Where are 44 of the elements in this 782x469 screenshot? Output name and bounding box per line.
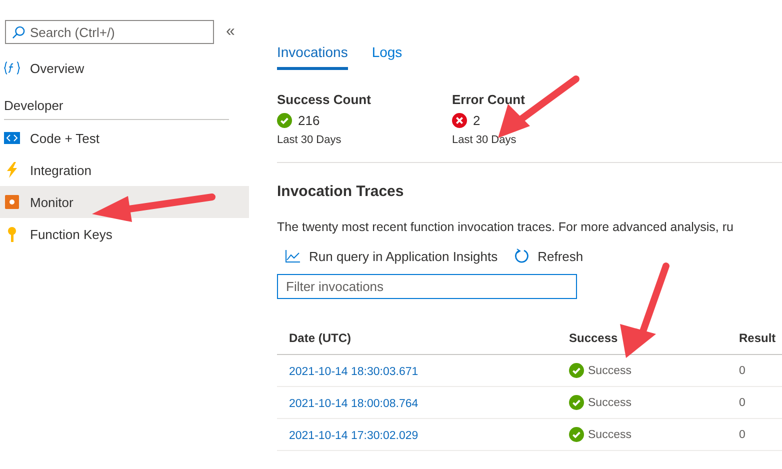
stat-period: Last 30 Days: [452, 134, 518, 146]
column-header: Date (UTC): [289, 330, 352, 344]
search-icon: [12, 26, 25, 39]
date-link[interactable]: 2021-10-14 18:00:08.764: [289, 398, 418, 410]
search-field[interactable]: Search (Ctrl+/): [5, 20, 214, 44]
date-link[interactable]: 2021-10-14 17:30:02.029: [289, 430, 418, 442]
nav-item[interactable]: Integration: [0, 154, 249, 186]
status-text: Success: [588, 396, 632, 408]
result-value: 0: [739, 428, 746, 440]
stat-title: Success Count: [277, 92, 372, 107]
refresh-icon: [514, 248, 530, 264]
success-check-icon: [569, 395, 584, 410]
nav-item[interactable]: Code + Test: [0, 122, 249, 154]
status-text: Success: [588, 364, 632, 376]
stat-value: 2: [473, 113, 480, 128]
toolbar-button[interactable]: Refresh: [514, 248, 584, 264]
success-check-icon: [569, 427, 584, 442]
nav-item[interactable]: Overview: [0, 52, 249, 84]
date-link[interactable]: 2021-10-14 18:30:03.671: [289, 366, 418, 378]
status-text: Success: [588, 428, 632, 440]
stat-value: 216: [298, 113, 320, 128]
line-chart-icon: [285, 249, 301, 263]
success-check-icon: [277, 113, 292, 128]
lightning-icon: [4, 162, 20, 178]
tab[interactable]: Logs: [372, 44, 402, 70]
error-x-icon: [452, 113, 467, 128]
function-icon: [4, 61, 20, 75]
stat-period: Last 30 Days: [277, 134, 342, 146]
result-value: 0: [739, 396, 746, 408]
result-value: 0: [739, 364, 746, 376]
code-icon: [4, 132, 20, 144]
column-header: Result: [739, 330, 777, 344]
section-title: Invocation Traces: [277, 183, 405, 200]
section-heading: Developer: [4, 98, 229, 120]
monitor-icon: [4, 194, 20, 210]
toolbar-button[interactable]: Run query in Application Insights: [285, 248, 498, 264]
nav-item[interactable]: Function Keys: [0, 218, 249, 250]
column-header: Success: [569, 330, 619, 344]
tab[interactable]: Invocations: [277, 44, 348, 70]
filter-field[interactable]: Filter invocations: [277, 274, 577, 299]
collapse-toggle[interactable]: «: [226, 23, 235, 41]
success-check-icon: [569, 363, 584, 378]
stat-title: Error Count: [452, 92, 526, 107]
description-text: The twenty most recent function invocation traces. For more advanced analysis, ru: [277, 220, 734, 234]
